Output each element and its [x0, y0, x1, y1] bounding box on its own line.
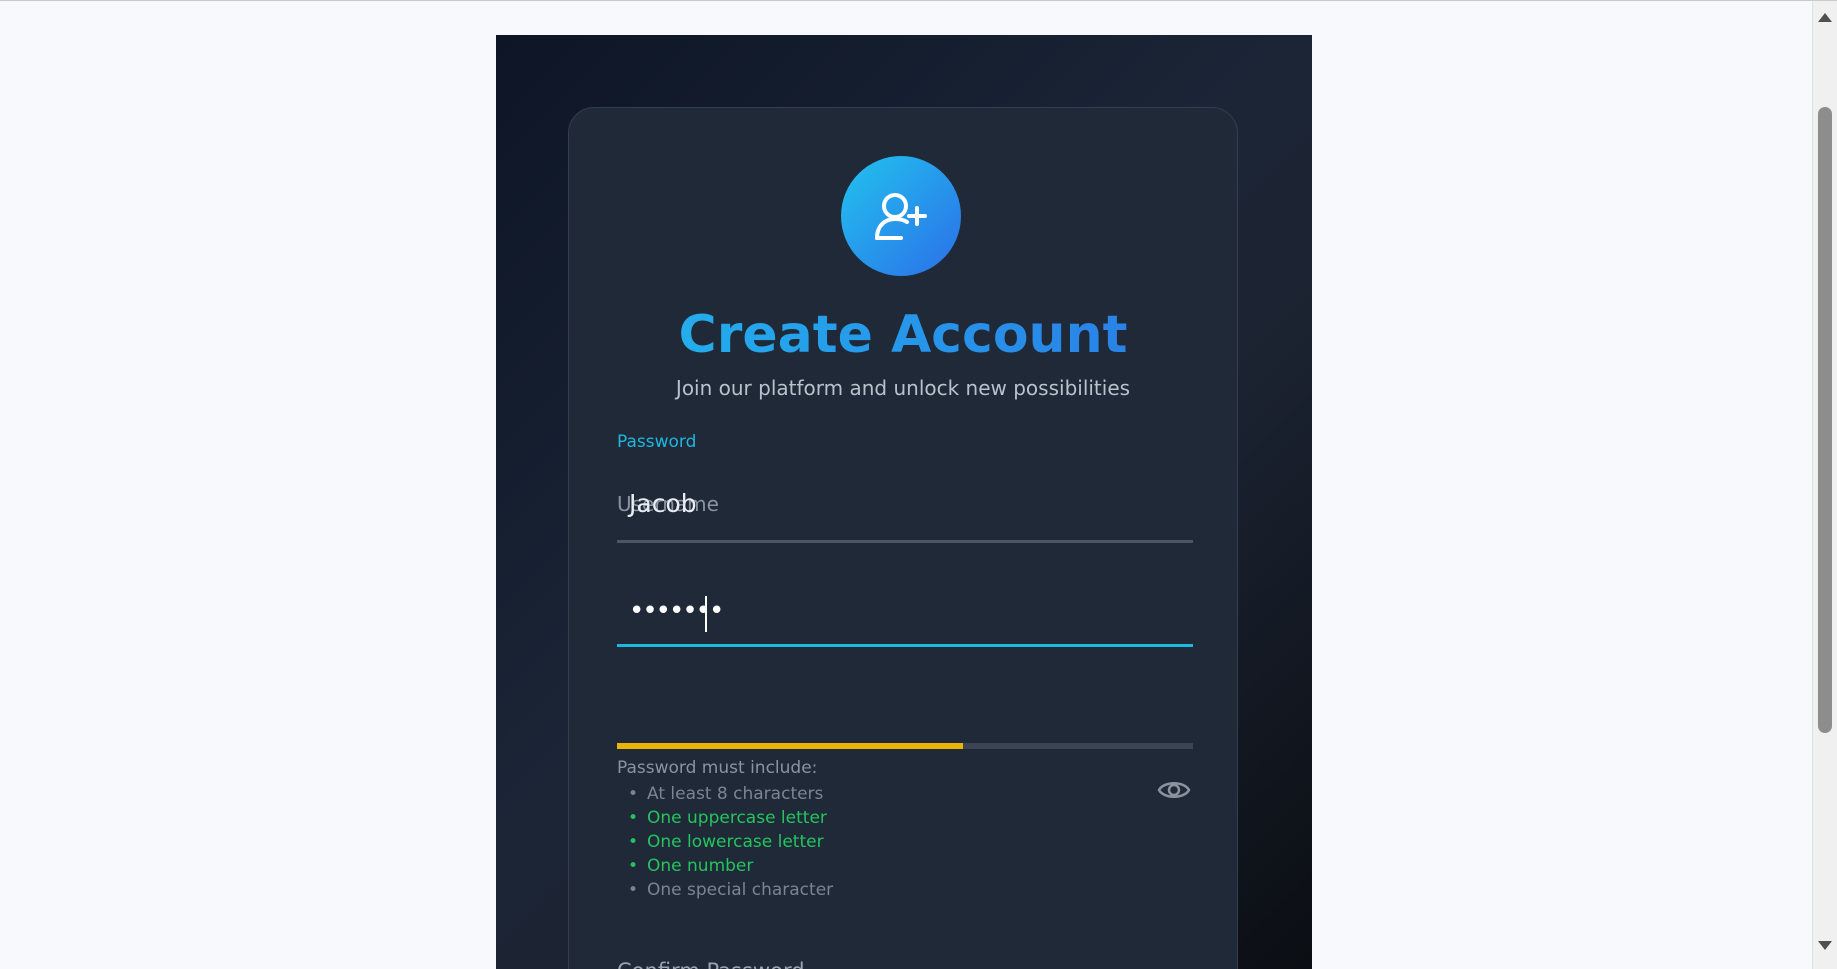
- vertical-scrollbar[interactable]: [1812, 1, 1837, 969]
- eye-icon[interactable]: [1157, 778, 1191, 802]
- requirement-special-char: One special character: [617, 878, 833, 902]
- page-title: Create Account: [569, 305, 1237, 365]
- requirement-uppercase: One uppercase letter: [617, 806, 833, 830]
- text-caret: [705, 596, 707, 632]
- floating-field-label: Password: [617, 432, 697, 452]
- scroll-down-arrow-icon[interactable]: [1818, 941, 1832, 950]
- requirement-number: One number: [617, 854, 833, 878]
- scroll-up-arrow-icon[interactable]: [1818, 13, 1832, 22]
- password-value[interactable]: •••••••: [629, 596, 724, 626]
- signup-panel: Create Account Join our platform and unl…: [496, 35, 1312, 969]
- signup-card: Create Account Join our platform and unl…: [568, 107, 1238, 969]
- requirement-min-length: At least 8 characters: [617, 782, 833, 806]
- page-subtitle: Join our platform and unlock new possibi…: [675, 376, 1131, 400]
- password-requirements-list: At least 8 characters One uppercase lett…: [617, 782, 833, 902]
- username-field[interactable]: Username Jacob: [617, 480, 1193, 543]
- username-value[interactable]: Jacob: [629, 489, 697, 518]
- requirement-lowercase: One lowercase letter: [617, 830, 833, 854]
- user-plus-icon: [875, 193, 927, 240]
- password-strength-meter: [617, 743, 1193, 749]
- confirm-password-placeholder: Confirm Password: [617, 959, 805, 969]
- password-field[interactable]: •••••••: [617, 582, 1193, 647]
- confirm-password-field[interactable]: Confirm Password: [617, 938, 1193, 969]
- password-strength-fill: [617, 743, 963, 749]
- password-requirements-title: Password must include:: [617, 758, 818, 778]
- avatar-badge: [841, 156, 961, 276]
- scrollbar-thumb[interactable]: [1818, 107, 1832, 733]
